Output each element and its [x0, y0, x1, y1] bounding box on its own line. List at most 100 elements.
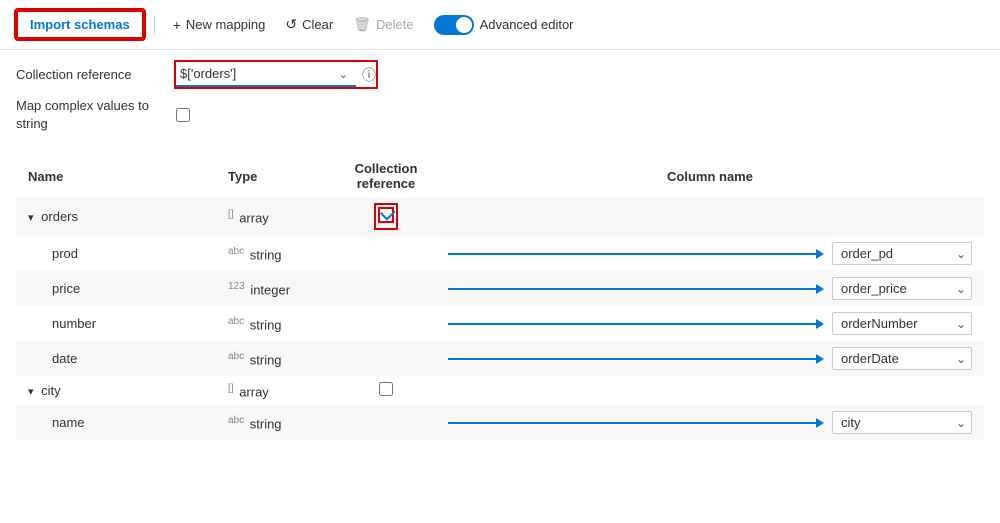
table-container: Name Type Collectionreference Column nam…	[0, 155, 1000, 440]
column-select-wrapper: orderDate	[832, 347, 972, 370]
name-cell: ▾ city	[16, 376, 216, 405]
row-name: date	[52, 351, 77, 366]
type-cell: [] array	[216, 197, 336, 236]
column-name-select[interactable]: orderNumber	[832, 312, 972, 335]
mapping-arrow	[448, 249, 824, 259]
mapping-table: Name Type Collectionreference Column nam…	[16, 155, 984, 440]
type-prefix: abc	[228, 415, 244, 426]
info-icon[interactable]: ⓘ	[362, 65, 376, 85]
type-prefix: abc	[228, 351, 244, 362]
type-value: string	[250, 352, 282, 367]
column-name-header: Column name	[436, 155, 984, 197]
type-value: string	[250, 317, 282, 332]
collection-reference-label: Collection reference	[16, 67, 176, 82]
collection-ref-cell	[336, 236, 436, 271]
table-row: date abc string orderDat	[16, 341, 984, 376]
map-complex-checkbox-wrapper	[176, 108, 190, 122]
column-name-cell	[436, 197, 984, 236]
mapping-arrow	[448, 418, 824, 428]
collection-ref-cell	[336, 271, 436, 306]
column-name-cell: order_pd	[436, 236, 984, 271]
clear-button[interactable]: ↺ Clear	[277, 12, 341, 37]
name-header: Name	[16, 155, 216, 197]
type-value: array	[239, 384, 269, 399]
type-value: integer	[250, 282, 290, 297]
collection-ref-cell	[336, 306, 436, 341]
collection-reference-select[interactable]: $['orders']	[176, 62, 356, 87]
column-name-cell: orderDate	[436, 341, 984, 376]
table-row: ▾ orders [] array	[16, 197, 984, 236]
column-name-select[interactable]: orderDate	[832, 347, 972, 370]
trash-icon: 🗑	[353, 16, 371, 33]
table-row: ▾ city [] array	[16, 376, 984, 405]
map-complex-row: Map complex values tostring	[16, 97, 984, 133]
type-prefix: abc	[228, 316, 244, 327]
collection-ref-header: Collectionreference	[336, 155, 436, 197]
collection-ref-checkbox[interactable]	[378, 207, 394, 223]
type-cell: abc string	[216, 405, 336, 440]
name-cell: number	[16, 306, 216, 341]
column-select-wrapper: city	[832, 411, 972, 434]
type-cell: abc string	[216, 236, 336, 271]
collection-ref-cell	[336, 376, 436, 405]
row-name: city	[41, 383, 61, 398]
type-prefix: abc	[228, 246, 244, 257]
type-value: string	[250, 416, 282, 431]
advanced-editor-toggle[interactable]: Advanced editor	[434, 15, 574, 35]
column-name-cell	[436, 376, 984, 405]
column-name-select[interactable]: order_pd	[832, 242, 972, 265]
map-complex-label: Map complex values tostring	[16, 97, 176, 133]
column-name-cell: order_price	[436, 271, 984, 306]
row-name: prod	[52, 246, 78, 261]
mapping-arrow	[448, 354, 824, 364]
type-cell: abc string	[216, 341, 336, 376]
map-complex-checkbox[interactable]	[176, 108, 190, 122]
column-select-wrapper: orderNumber	[832, 312, 972, 335]
row-name: orders	[41, 209, 78, 224]
column-select-wrapper: order_price	[832, 277, 972, 300]
mapping-arrow	[448, 284, 824, 294]
collection-ref-checkbox[interactable]	[379, 382, 393, 396]
toolbar-separator	[154, 15, 155, 35]
expand-icon[interactable]: ▾	[28, 386, 34, 398]
name-cell: date	[16, 341, 216, 376]
column-name-cell: city	[436, 405, 984, 440]
type-value: string	[250, 247, 282, 262]
row-name: price	[52, 281, 80, 296]
type-header: Type	[216, 155, 336, 197]
delete-button[interactable]: 🗑 Delete	[345, 12, 421, 37]
type-value: array	[239, 210, 269, 225]
collection-ref-cell	[336, 405, 436, 440]
table-row: number abc string orderN	[16, 306, 984, 341]
delete-label: Delete	[376, 17, 414, 32]
column-name-cell: orderNumber	[436, 306, 984, 341]
toolbar: Import schemas + New mapping ↺ Clear 🗑 D…	[0, 0, 1000, 50]
column-select-wrapper: order_pd	[832, 242, 972, 265]
collection-ref-checkbox-highlight	[374, 203, 398, 230]
type-prefix: []	[228, 209, 234, 220]
plus-icon: +	[173, 17, 181, 33]
expand-icon[interactable]: ▾	[28, 212, 34, 224]
import-schemas-button[interactable]: Import schemas	[16, 10, 144, 39]
new-mapping-button[interactable]: + New mapping	[165, 13, 274, 37]
form-section: Collection reference $['orders'] ⌄ ⓘ Map…	[0, 50, 1000, 151]
type-prefix: 123	[228, 281, 245, 292]
table-row: price 123 integer order_	[16, 271, 984, 306]
collection-ref-cell	[336, 197, 436, 236]
name-cell: ▾ orders	[16, 197, 216, 236]
table-header-row: Name Type Collectionreference Column nam…	[16, 155, 984, 197]
clear-label: Clear	[302, 17, 333, 32]
column-name-select[interactable]: city	[832, 411, 972, 434]
type-cell: abc string	[216, 306, 336, 341]
name-cell: name	[16, 405, 216, 440]
collection-reference-wrapper: $['orders'] ⌄ ⓘ	[176, 62, 376, 87]
row-name: number	[52, 316, 96, 331]
collection-reference-row: Collection reference $['orders'] ⌄ ⓘ	[16, 62, 984, 87]
type-cell: [] array	[216, 376, 336, 405]
type-cell: 123 integer	[216, 271, 336, 306]
name-cell: price	[16, 271, 216, 306]
toggle-track[interactable]	[434, 15, 474, 35]
collection-ref-cell	[336, 341, 436, 376]
mapping-arrow	[448, 319, 824, 329]
column-name-select[interactable]: order_price	[832, 277, 972, 300]
